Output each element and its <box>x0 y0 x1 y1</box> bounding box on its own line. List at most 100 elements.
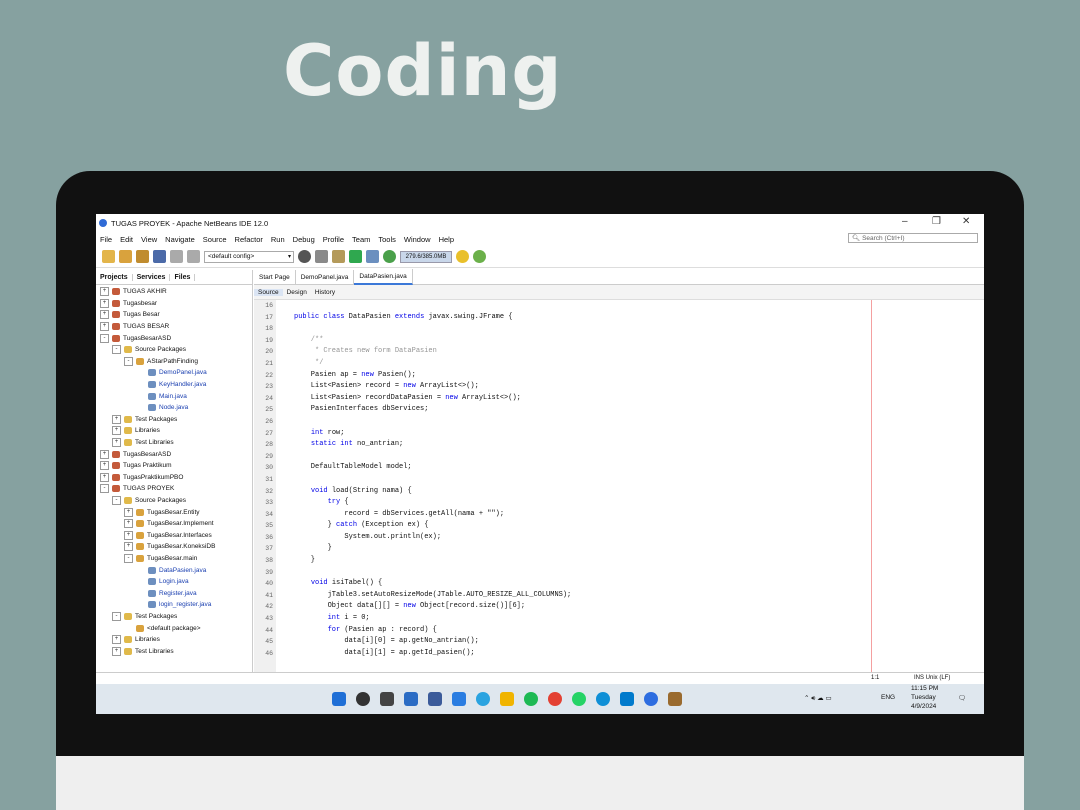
expand-icon[interactable]: + <box>100 287 109 297</box>
tree-item[interactable]: Login.java <box>96 576 246 588</box>
whatsapp-icon[interactable] <box>572 692 586 706</box>
tree-item[interactable]: - TugasBesarASD <box>96 332 246 344</box>
expand-icon[interactable]: + <box>112 426 121 436</box>
profile-icon[interactable] <box>383 250 396 263</box>
tab-datapasien[interactable]: DataPasien.java <box>354 269 413 285</box>
store-icon[interactable] <box>428 692 442 706</box>
menu-file[interactable]: File <box>96 235 116 244</box>
tree-item[interactable]: + Tugas Besar <box>96 309 246 321</box>
expand-icon[interactable]: + <box>100 472 109 482</box>
menu-source[interactable]: Source <box>199 235 231 244</box>
collapse-icon[interactable]: - <box>112 495 121 505</box>
tree-item[interactable]: - AStarPathFinding <box>96 356 246 368</box>
tree-item[interactable]: + Tugas Praktikum <box>96 460 246 472</box>
menu-edit[interactable]: Edit <box>116 235 137 244</box>
tree-item[interactable]: + TugasBesar.Entity <box>96 506 246 518</box>
expand-icon[interactable]: + <box>112 635 121 645</box>
tree-item[interactable]: - TUGAS PROYEK <box>96 483 246 495</box>
telegram-icon[interactable] <box>476 692 490 706</box>
tree-item[interactable]: + TugasBesar.Interfaces <box>96 529 246 541</box>
tray-icons[interactable]: ⌃ 🔊︎ ☁︎ ▭ <box>804 694 832 703</box>
new-file-icon[interactable] <box>119 250 132 263</box>
task-view-icon[interactable] <box>380 692 394 706</box>
menu-debug[interactable]: Debug <box>289 235 319 244</box>
close-icon[interactable]: ✕ <box>962 216 970 227</box>
new-project-icon[interactable] <box>102 250 115 263</box>
tree-item[interactable]: + Libraries <box>96 634 246 646</box>
profiler-icon[interactable] <box>473 250 486 263</box>
expand-icon[interactable]: + <box>100 310 109 320</box>
expand-icon[interactable]: + <box>112 646 121 656</box>
menu-profile[interactable]: Profile <box>319 235 348 244</box>
tree-item[interactable]: Main.java <box>96 390 246 402</box>
expand-icon[interactable]: + <box>124 519 133 529</box>
tree-item[interactable]: + Test Libraries <box>96 437 246 449</box>
expand-icon[interactable]: + <box>100 322 109 332</box>
tree-item[interactable]: DemoPanel.java <box>96 367 246 379</box>
widgets-icon[interactable] <box>404 692 418 706</box>
tree-item[interactable]: - TugasBesar.main <box>96 553 246 565</box>
gc-icon[interactable] <box>456 250 469 263</box>
code-editor[interactable]: public class DataPasien extends javax.sw… <box>294 300 974 672</box>
collapse-icon[interactable]: - <box>112 611 121 621</box>
edge-icon[interactable] <box>596 692 610 706</box>
notification-icon[interactable]: 🗨︎ <box>958 694 966 702</box>
tree-item[interactable]: - Source Packages <box>96 344 246 356</box>
tab-demopanel[interactable]: DemoPanel.java <box>296 270 355 284</box>
memory-indicator[interactable]: 279.6/385.0MB <box>400 250 452 263</box>
todo-icon[interactable] <box>452 692 466 706</box>
undo-icon[interactable] <box>170 250 183 263</box>
tree-item[interactable]: + Libraries <box>96 425 246 437</box>
search-input[interactable]: 🔍︎ Search (Ctrl+I) <box>848 233 978 243</box>
collapse-icon[interactable]: - <box>124 356 133 366</box>
expand-icon[interactable]: + <box>124 507 133 517</box>
menu-run[interactable]: Run <box>267 235 289 244</box>
tab-start-page[interactable]: Start Page <box>254 270 296 284</box>
chrome-icon[interactable] <box>548 692 562 706</box>
collapse-icon[interactable]: - <box>100 333 109 343</box>
tree-item[interactable]: <default package> <box>96 622 246 634</box>
search-icon[interactable] <box>356 692 370 706</box>
tree-item[interactable]: + TUGAS BESAR <box>96 321 246 333</box>
menu-tools[interactable]: Tools <box>374 235 400 244</box>
start-icon[interactable] <box>332 692 346 706</box>
run-icon[interactable] <box>349 250 362 263</box>
tree-item[interactable]: - Source Packages <box>96 495 246 507</box>
tree-item[interactable]: + Test Packages <box>96 414 246 426</box>
expand-icon[interactable]: + <box>100 449 109 459</box>
config-select[interactable]: <default config> ▾ <box>204 250 294 263</box>
expand-icon[interactable]: + <box>112 414 121 424</box>
expand-icon[interactable]: + <box>124 530 133 540</box>
tree-item[interactable]: - Test Packages <box>96 611 246 623</box>
tree-item[interactable]: Register.java <box>96 587 246 599</box>
collapse-icon[interactable]: - <box>112 345 121 355</box>
tree-item[interactable]: Node.java <box>96 402 246 414</box>
expand-icon[interactable]: + <box>124 542 133 552</box>
expand-icon[interactable]: + <box>100 461 109 471</box>
tree-item[interactable]: DataPasien.java <box>96 564 246 576</box>
menu-refactor[interactable]: Refactor <box>231 235 267 244</box>
redo-icon[interactable] <box>187 250 200 263</box>
tree-item[interactable]: + TugasBesar.Implement <box>96 518 246 530</box>
maximize-icon[interactable]: ❐ <box>932 216 941 227</box>
tree-item[interactable]: + TugasBesarASD <box>96 448 246 460</box>
collapse-icon[interactable]: - <box>124 553 133 563</box>
source-view-button[interactable]: Source <box>254 288 283 296</box>
vscode-icon[interactable] <box>620 692 634 706</box>
collapse-icon[interactable]: - <box>100 484 109 494</box>
spotify-icon[interactable] <box>524 692 538 706</box>
menu-window[interactable]: Window <box>400 235 435 244</box>
open-project-icon[interactable] <box>136 250 149 263</box>
language-indicator[interactable]: ENG <box>881 694 895 701</box>
design-view-button[interactable]: Design <box>283 289 311 296</box>
tree-item[interactable]: + TugasPraktikumPBO <box>96 472 246 484</box>
tab-projects[interactable]: Projects <box>96 273 133 281</box>
minimize-icon[interactable]: – <box>902 216 908 227</box>
clock-time[interactable]: 11:15 PM <box>911 685 938 692</box>
tree-item[interactable]: + Tugasbesar <box>96 298 246 310</box>
menu-navigate[interactable]: Navigate <box>161 235 199 244</box>
tree-item[interactable]: + Test Libraries <box>96 645 246 657</box>
tab-services[interactable]: Services <box>133 273 171 281</box>
tree-item[interactable]: login_register.java <box>96 599 246 611</box>
tree-item[interactable]: + TugasBesar.KoneksiDB <box>96 541 246 553</box>
